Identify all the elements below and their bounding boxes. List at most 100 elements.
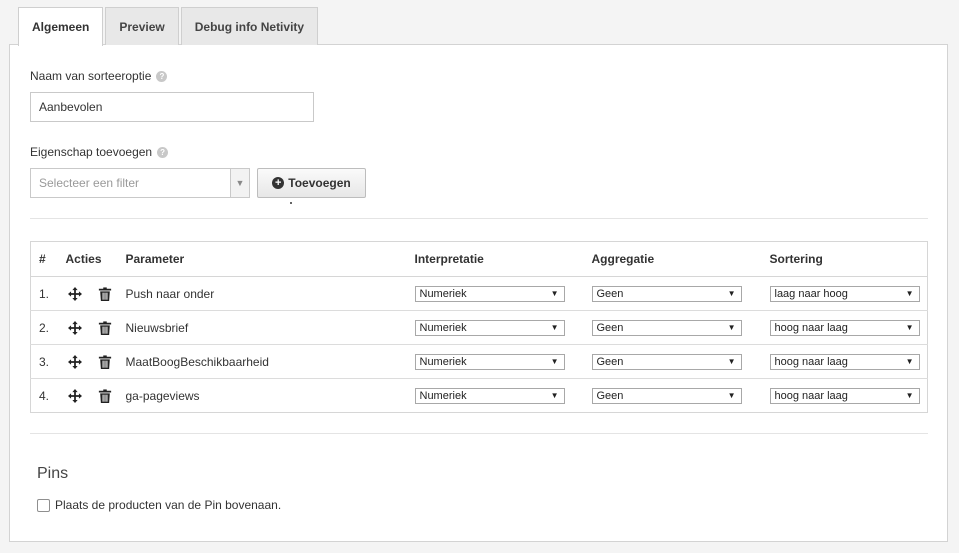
chevron-down-icon: ▼ (550, 391, 559, 400)
action-icons (66, 354, 126, 369)
row-sortering-cell: hoog naar laag ▼ (769, 344, 928, 379)
add-property-button[interactable]: + Toevoegen (257, 168, 366, 198)
interpretatie-value: Numeriek (419, 287, 467, 300)
table-row: 2. Nieuwsbrief Numeriek ▼ Geen ▼ hoog naar… (30, 310, 928, 345)
chevron-down-icon: ▼ (905, 391, 914, 400)
parameters-table: # Acties Parameter Interpretatie Aggrega… (30, 241, 928, 413)
add-button-label: Toevoegen (288, 176, 351, 190)
chevron-down-icon: ▼ (727, 289, 736, 298)
filter-select[interactable]: Selecteer een filter ▼ (30, 168, 250, 198)
row-parameter: Nieuwsbrief (125, 310, 415, 345)
row-actions (65, 276, 126, 311)
interpretatie-value: Numeriek (419, 321, 467, 334)
action-icons (66, 286, 126, 301)
tab-preview[interactable]: Preview (105, 7, 179, 45)
aggregatie-select[interactable]: Geen ▼ (591, 319, 742, 336)
sortering-value: hoog naar laag (774, 321, 848, 334)
aggregatie-value: Geen (596, 389, 624, 402)
interpretatie-select[interactable]: Numeriek ▼ (414, 387, 565, 404)
tab-algemeen[interactable]: Algemeen (18, 7, 104, 46)
move-arrows-icon[interactable] (67, 286, 82, 301)
row-parameter: MaatBoogBeschikbaarheid (125, 344, 415, 379)
sortering-select[interactable]: hoog naar laag ▼ (769, 353, 920, 370)
row-interpretatie-cell: Numeriek ▼ (414, 310, 592, 345)
interpretatie-select[interactable]: Numeriek ▼ (414, 353, 565, 370)
row-aggregatie-cell: Geen ▼ (591, 310, 770, 345)
trash-icon[interactable] (98, 286, 112, 301)
pin-top-checkbox[interactable] (37, 498, 50, 512)
aggregatie-value: Geen (596, 355, 624, 368)
trash-icon[interactable] (98, 354, 112, 369)
move-arrows-icon[interactable] (67, 320, 82, 335)
sortering-select[interactable]: laag naar hoog ▼ (769, 285, 920, 302)
interpretatie-select[interactable]: Numeriek ▼ (414, 319, 565, 336)
sortering-value: hoog naar laag (774, 355, 848, 368)
help-icon[interactable]: ? (157, 146, 169, 158)
header-number: # (30, 241, 66, 277)
header-parameter: Parameter (125, 241, 415, 277)
chevron-down-icon: ▼ (727, 391, 736, 400)
interpretatie-select[interactable]: Numeriek ▼ (414, 285, 565, 302)
row-parameter: Push naar onder (125, 276, 415, 311)
chevron-down-icon: ▼ (727, 357, 736, 366)
pins-section-title: Pins (37, 465, 69, 482)
interpretatie-value: Numeriek (419, 389, 467, 402)
row-interpretatie-cell: Numeriek ▼ (414, 344, 592, 379)
chevron-down-icon: ▼ (905, 323, 914, 332)
divider (30, 218, 928, 219)
chevron-down-icon: ▼ (550, 323, 559, 332)
header-aggregatie: Aggregatie (591, 241, 770, 277)
tab-panel-algemeen: Naam van sorteeroptie ? Eigenschap toevo… (9, 44, 948, 542)
cursor-dot (290, 202, 292, 204)
sortering-select[interactable]: hoog naar laag ▼ (769, 387, 920, 404)
sort-option-name-input[interactable] (30, 92, 314, 122)
row-parameter: ga-pageviews (125, 388, 200, 403)
row-aggregatie-cell: Geen ▼ (591, 276, 770, 311)
table-row: 3. MaatBoogBeschikbaarheid Numeriek ▼ Gee… (30, 344, 928, 379)
row-number: 4. (39, 388, 50, 403)
row-sortering-cell: laag naar hoog ▼ (769, 276, 928, 311)
row-sortering-cell: hoog naar laag ▼ (769, 310, 928, 345)
chevron-down-icon: ▼ (550, 357, 559, 366)
row-number: 1. (30, 276, 66, 311)
row-interpretatie-cell: Numeriek ▼ (414, 379, 592, 413)
header-acties: Acties (65, 241, 126, 277)
row-actions (66, 379, 126, 413)
row-interpretatie-cell: Numeriek ▼ (414, 276, 592, 311)
pin-top-checkbox-label[interactable]: Plaats de producten van de Pin bovenaan. (55, 498, 281, 512)
tab-debug-info[interactable]: Debug info Netivity (180, 7, 319, 45)
action-icons (66, 320, 126, 335)
trash-icon[interactable] (98, 388, 112, 403)
divider (30, 433, 928, 434)
plus-circle-icon: + (272, 177, 285, 189)
aggregatie-select[interactable]: Geen ▼ (591, 387, 742, 404)
chevron-down-icon: ▼ (727, 323, 736, 332)
move-arrows-icon[interactable] (67, 388, 82, 403)
row-aggregatie-cell: Geen ▼ (591, 344, 770, 379)
filter-select-placeholder: Selecteer een filter (39, 176, 140, 190)
interpretatie-value: Numeriek (419, 355, 467, 368)
row-sortering-cell: hoog naar laag ▼ (769, 379, 928, 413)
sortering-select[interactable]: hoog naar laag ▼ (769, 319, 920, 336)
move-arrows-icon[interactable] (67, 354, 82, 369)
action-icons (66, 388, 126, 403)
row-number: 2. (30, 310, 66, 345)
aggregatie-select[interactable]: Geen ▼ (591, 353, 742, 370)
trash-icon[interactable] (98, 320, 112, 335)
table-row: 1. Push naar onder Numeriek ▼ Geen ▼ laag … (30, 276, 928, 311)
property-label-row: Eigenschap toevoegen ? (30, 145, 169, 159)
name-label-row: Naam van sorteeroptie ? (30, 69, 168, 83)
help-icon[interactable]: ? (156, 70, 168, 82)
header-interpretatie: Interpretatie (414, 241, 592, 277)
aggregatie-value: Geen (596, 321, 624, 334)
row-actions (65, 310, 126, 345)
chevron-down-icon[interactable]: ▼ (230, 169, 249, 197)
table-row: 4. ga-pageviews Numeriek ▼ Geen ▼ hoog naa… (31, 379, 928, 413)
header-sortering: Sortering (769, 241, 928, 277)
row-number: 3. (30, 344, 66, 379)
name-label: Naam van sorteeroptie (30, 69, 152, 83)
table-body: 1. Push naar onder Numeriek ▼ Geen ▼ laag … (30, 276, 928, 413)
chevron-down-icon: ▼ (905, 289, 914, 298)
aggregatie-select[interactable]: Geen ▼ (591, 285, 742, 302)
sortering-value: laag naar hoog (774, 287, 848, 300)
